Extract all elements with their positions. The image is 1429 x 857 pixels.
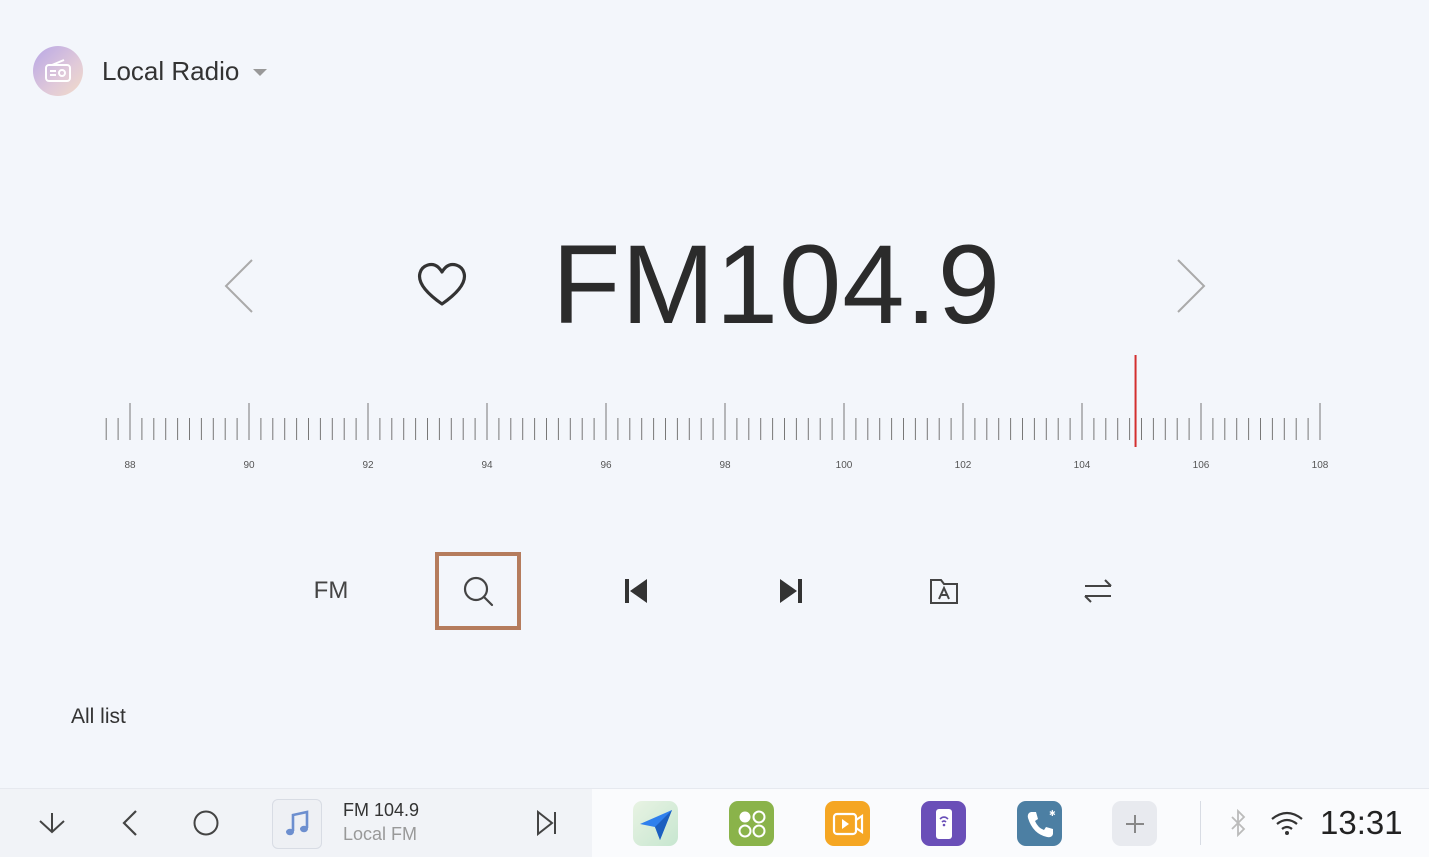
previous-station-button[interactable] [593,552,679,630]
caret-down-icon[interactable] [253,69,268,76]
tuner-tick-label: 98 [719,460,731,471]
band-label: FM [313,577,349,604]
preset-folder-button[interactable] [901,552,987,630]
tuner-tick-label: 90 [243,460,255,471]
chevron-right-icon[interactable] [1170,256,1210,316]
skip-next-icon [780,579,802,603]
svg-text:✱: ✱ [1049,809,1056,818]
folder-a-icon [930,579,958,604]
tuner-tick-label: 88 [124,460,136,471]
back-icon [122,810,137,836]
tuner-tick-label: 96 [600,460,612,471]
music-note-icon [286,810,309,836]
next-station-button[interactable] [748,552,834,630]
collapse-button[interactable] [30,801,74,845]
back-button[interactable] [108,801,152,845]
taskbar-divider [1200,801,1201,845]
taskbar: FM 104.9 Local FM ✱ 13:31 [0,788,1429,857]
media-title: FM 104.9 [343,800,420,820]
media-thumbnail[interactable] [272,799,322,849]
skip-previous-icon [625,579,647,603]
wifi-icon[interactable] [1270,809,1304,837]
tuner-tick-label: 108 [1312,460,1329,471]
media-next-button[interactable] [525,801,569,845]
phone-app-icon[interactable]: ✱ [1017,801,1062,846]
header: Local Radio [33,46,268,96]
swap-arrows-icon [1084,579,1112,603]
video-app-icon[interactable] [825,801,870,846]
control-bar: FM [0,552,1429,632]
phone-link-app-icon[interactable] [921,801,966,846]
home-circle-icon [193,810,219,836]
navigation-app-icon[interactable] [633,801,678,846]
tuner-tick-label: 100 [836,460,853,471]
frequency-area: FM104.9 [0,220,1429,350]
clock: 13:31 [1320,804,1403,841]
all-list-label[interactable]: All list [71,705,126,729]
tuner-dial[interactable]: 88 90 92 94 96 98 100 102 104 106 108 [0,350,1429,480]
apps-grid-app-icon[interactable] [729,801,774,846]
chevron-left-icon[interactable] [220,256,260,316]
switch-button[interactable] [1055,552,1141,630]
tuner-tick-label: 106 [1193,460,1210,471]
media-subtitle: Local FM [343,824,418,844]
home-button[interactable] [184,801,228,845]
tuner-tick-label: 104 [1074,460,1091,471]
frequency-display: FM104.9 [552,222,1001,347]
radio-icon[interactable] [33,46,83,96]
add-app-icon[interactable] [1112,801,1157,846]
tuner-tick-label: 92 [362,460,374,471]
search-button[interactable] [435,552,521,630]
tuner-tick-label: 94 [481,460,493,471]
app-title[interactable]: Local Radio [102,56,239,87]
band-toggle-button[interactable]: FM [288,552,374,630]
heart-outline-icon[interactable] [416,260,468,308]
chevron-down-icon [39,813,65,834]
tuner-tick-label: 102 [955,460,972,471]
bluetooth-icon[interactable] [1228,809,1248,837]
search-icon [463,576,494,607]
skip-next-outline-icon [537,810,556,836]
